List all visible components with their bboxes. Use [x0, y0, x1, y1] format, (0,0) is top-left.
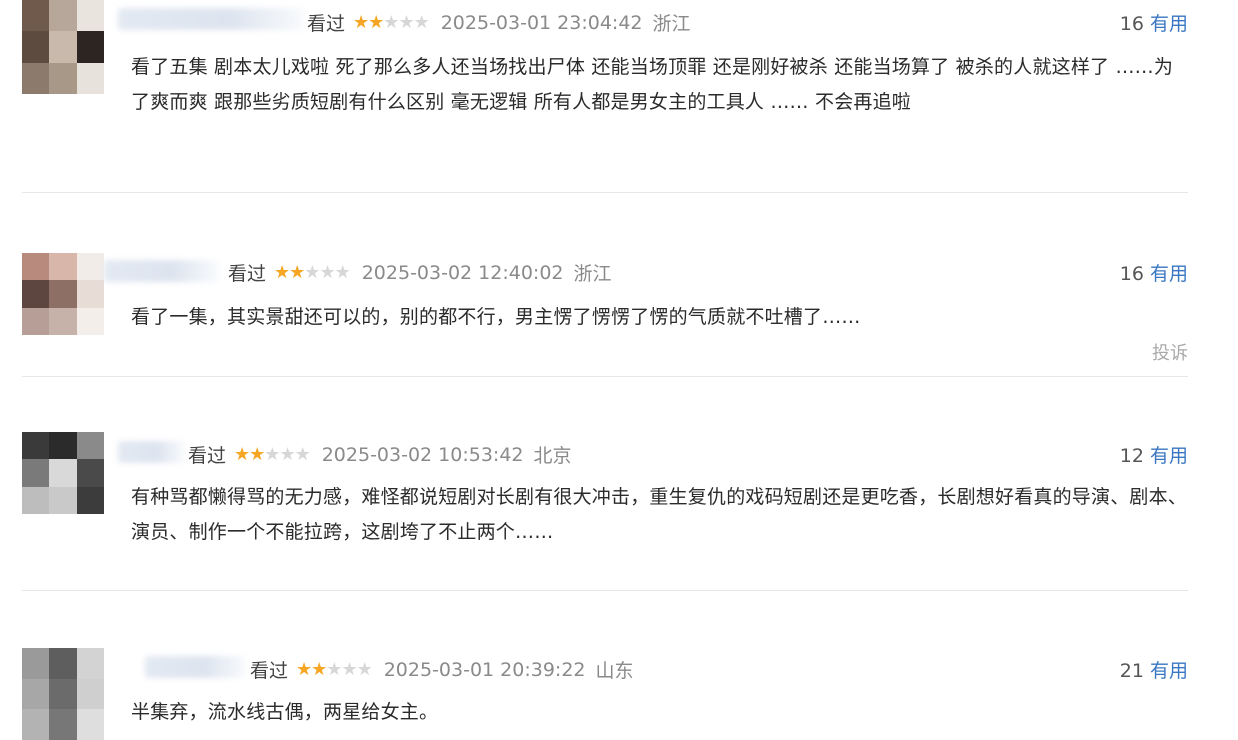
star-empty-icon: ★	[264, 444, 280, 465]
avatar[interactable]	[22, 648, 104, 740]
watch-status: 看过	[228, 263, 267, 285]
star-empty-icon: ★	[356, 659, 373, 680]
useful-count: 16	[1119, 13, 1144, 35]
star-empty-icon: ★	[398, 12, 414, 33]
star-empty-icon: ★	[413, 12, 430, 33]
avatar[interactable]	[22, 0, 104, 94]
review-content: 看了一集，其实景甜还可以的，别的都不行，男主愣了愣愣了愣的气质就不吐槽了……	[131, 306, 861, 328]
star-filled-icon: ★	[311, 659, 327, 680]
review-date: 2025-03-01 20:39:22	[383, 658, 586, 681]
review-location: 山东	[595, 660, 634, 682]
review-meta: 看过 ★ ★ ★ ★ ★ 2025-03-01 20:39:22 山东	[250, 656, 634, 683]
useful-button[interactable]: 有用	[1150, 13, 1188, 35]
report-button[interactable]: 投诉	[1152, 339, 1188, 365]
watch-status: 看过	[188, 445, 227, 467]
divider	[22, 376, 1188, 377]
review-meta: 看过 ★ ★ ★ ★ ★ 2025-03-01 23:04:42 浙江	[307, 9, 691, 36]
star-filled-icon: ★	[249, 444, 265, 465]
star-empty-icon: ★	[319, 262, 335, 283]
username-redacted[interactable]	[118, 441, 184, 463]
watch-status: 看过	[307, 13, 346, 35]
review-content: 有种骂都懒得骂的无力感，难怪都说短剧对长剧有很大冲击，重生复仇的戏码短剧还是更吃…	[131, 486, 1188, 543]
star-filled-icon: ★	[274, 262, 290, 283]
useful-count: 12	[1119, 445, 1144, 467]
review-meta: 看过 ★ ★ ★ ★ ★ 2025-03-02 10:53:42 北京	[188, 441, 572, 468]
useful-vote[interactable]: 21 有用	[1120, 656, 1188, 683]
divider	[22, 590, 1188, 591]
review-meta: 看过 ★ ★ ★ ★ ★ 2025-03-02 12:40:02 浙江	[228, 259, 612, 286]
review-location: 浙江	[652, 13, 691, 35]
star-filled-icon: ★	[353, 12, 369, 33]
star-empty-icon: ★	[326, 659, 342, 680]
divider	[22, 192, 1188, 193]
star-empty-icon: ★	[334, 262, 351, 283]
rating-stars: ★ ★ ★ ★ ★	[353, 12, 430, 33]
star-filled-icon: ★	[234, 444, 250, 465]
watch-status: 看过	[250, 660, 289, 682]
useful-button[interactable]: 有用	[1150, 263, 1188, 285]
useful-vote[interactable]: 12 有用	[1120, 441, 1188, 468]
useful-button[interactable]: 有用	[1150, 660, 1188, 682]
star-empty-icon: ★	[383, 12, 399, 33]
useful-count: 21	[1119, 660, 1144, 682]
star-filled-icon: ★	[289, 262, 305, 283]
star-filled-icon: ★	[296, 659, 312, 680]
star-empty-icon: ★	[294, 444, 311, 465]
username-redacted[interactable]	[104, 260, 218, 282]
rating-stars: ★ ★ ★ ★ ★	[234, 444, 311, 465]
useful-count: 16	[1119, 263, 1144, 285]
rating-stars: ★ ★ ★ ★ ★	[296, 659, 373, 680]
useful-button[interactable]: 有用	[1150, 445, 1188, 467]
username-redacted[interactable]	[145, 656, 245, 678]
useful-vote[interactable]: 16 有用	[1120, 9, 1188, 36]
avatar[interactable]	[22, 253, 104, 335]
username-redacted[interactable]	[118, 8, 303, 30]
review-date: 2025-03-02 10:53:42	[321, 443, 524, 466]
review-date: 2025-03-02 12:40:02	[361, 261, 564, 284]
star-filled-icon: ★	[368, 12, 384, 33]
rating-stars: ★ ★ ★ ★ ★	[274, 262, 351, 283]
avatar[interactable]	[22, 432, 104, 514]
review-content: 半集弃，流水线古偶，两星给女主。	[131, 701, 439, 723]
useful-vote[interactable]: 16 有用	[1120, 259, 1188, 286]
review-content: 看了五集 剧本太儿戏啦 死了那么多人还当场找出尸体 还能当场顶罪 还是刚好被杀 …	[131, 56, 1174, 113]
star-empty-icon: ★	[279, 444, 295, 465]
review-location: 北京	[533, 445, 572, 467]
star-empty-icon: ★	[341, 659, 357, 680]
review-location: 浙江	[573, 263, 612, 285]
review-date: 2025-03-01 23:04:42	[440, 11, 643, 34]
star-empty-icon: ★	[304, 262, 320, 283]
